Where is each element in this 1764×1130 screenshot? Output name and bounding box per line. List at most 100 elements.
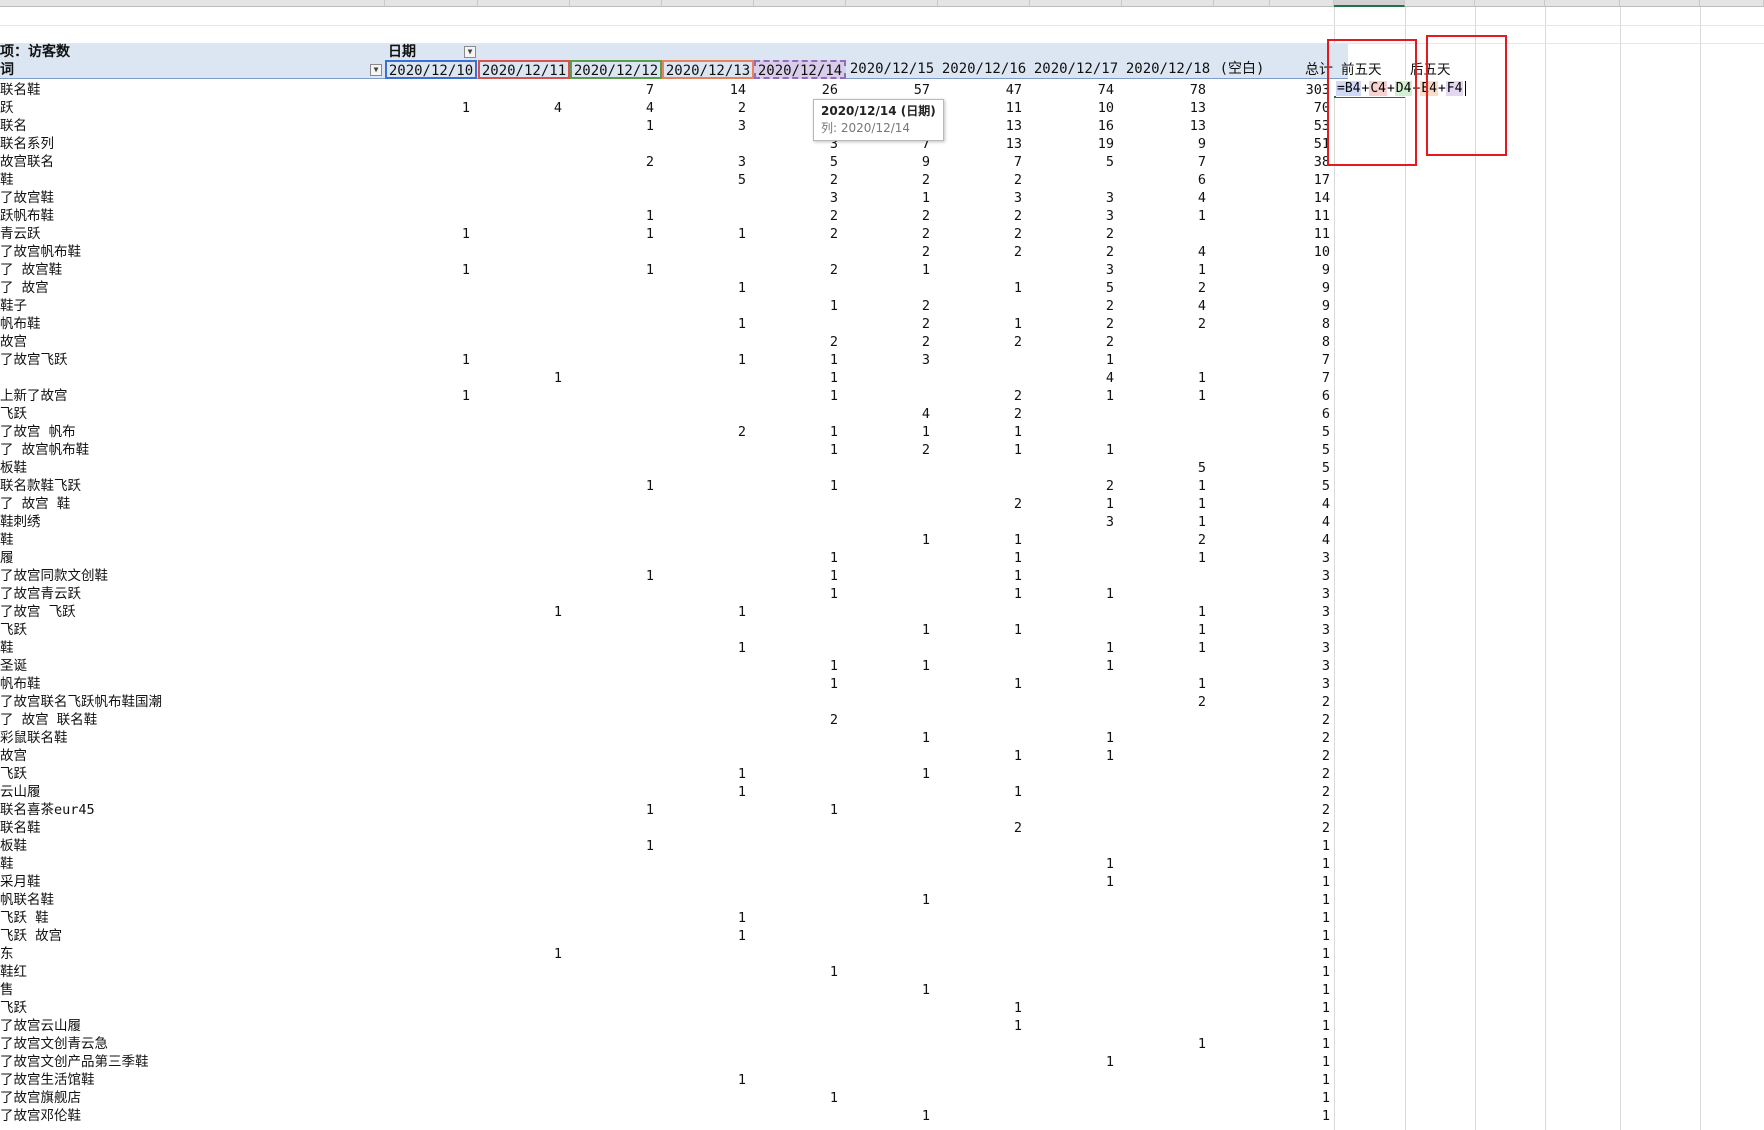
row-label[interactable]: 联名鞋 [0,819,41,837]
column-header-c[interactable] [478,0,570,7]
value-cell[interactable]: 1 [778,1089,838,1107]
value-cell[interactable] [1146,567,1206,585]
value-cell[interactable] [1202,279,1262,297]
column-filter-dropdown-icon[interactable]: ▼ [464,46,476,58]
row-label[interactable]: 了 故宫 [0,279,49,297]
column-header-h[interactable] [938,0,1030,7]
value-cell[interactable] [778,639,838,657]
value-cell[interactable] [686,945,746,963]
row-total-cell[interactable]: 5 [1270,477,1330,495]
value-cell[interactable]: 7 [594,81,654,99]
value-cell[interactable] [870,1017,930,1035]
value-cell[interactable] [870,747,930,765]
row-total-cell[interactable]: 2 [1270,819,1330,837]
value-cell[interactable] [594,1089,654,1107]
value-cell[interactable] [686,1107,746,1125]
row-total-cell[interactable]: 17 [1270,171,1330,189]
value-cell[interactable] [410,693,470,711]
value-cell[interactable]: 4 [1054,369,1114,387]
column-header-m[interactable] [1334,0,1405,7]
value-cell[interactable]: 1 [1054,729,1114,747]
value-cell[interactable]: 1 [778,585,838,603]
value-cell[interactable] [1146,819,1206,837]
value-cell[interactable] [1202,657,1262,675]
value-cell[interactable]: 1 [1054,441,1114,459]
value-cell[interactable]: 1 [686,927,746,945]
value-cell[interactable] [410,711,470,729]
value-cell[interactable] [870,999,930,1017]
row-total-cell[interactable]: 2 [1270,783,1330,801]
value-cell[interactable] [1146,891,1206,909]
value-cell[interactable]: 1 [594,567,654,585]
row-label[interactable]: 彩鼠联名鞋 [0,729,68,747]
row-label[interactable]: 了 故宫 联名鞋 [0,711,97,729]
value-cell[interactable] [870,1071,930,1089]
value-cell[interactable] [594,999,654,1017]
value-cell[interactable]: 2 [962,225,1022,243]
value-cell[interactable] [410,603,470,621]
value-cell[interactable]: 1 [1146,369,1206,387]
row-label[interactable]: 联名款鞋飞跃 [0,477,81,495]
value-cell[interactable]: 1 [594,207,654,225]
value-cell[interactable] [1202,567,1262,585]
row-total-cell[interactable]: 38 [1270,153,1330,171]
row-label[interactable]: 飞跃 [0,999,27,1017]
value-cell[interactable] [594,1107,654,1125]
value-cell[interactable]: 5 [1054,279,1114,297]
row-label[interactable]: 上新了故宫 [0,387,68,405]
value-cell[interactable] [870,603,930,621]
row-total-cell[interactable]: 1 [1270,1035,1330,1053]
value-cell[interactable] [778,945,838,963]
value-cell[interactable]: 1 [410,225,470,243]
value-cell[interactable] [502,657,562,675]
value-cell[interactable] [778,729,838,747]
value-cell[interactable] [410,981,470,999]
row-total-cell[interactable]: 2 [1270,747,1330,765]
row-total-cell[interactable]: 1 [1270,999,1330,1017]
value-cell[interactable] [1202,621,1262,639]
value-cell[interactable] [686,873,746,891]
value-cell[interactable]: 1 [962,621,1022,639]
row-label[interactable]: 了故宫 飞跃 [0,603,76,621]
value-cell[interactable] [1146,441,1206,459]
value-cell[interactable] [410,315,470,333]
value-cell[interactable] [1146,999,1206,1017]
value-cell[interactable] [870,693,930,711]
value-cell[interactable] [594,603,654,621]
row-label[interactable]: 了故宫联名飞跃帆布鞋国潮 [0,693,162,711]
value-cell[interactable] [1146,765,1206,783]
value-cell[interactable] [686,891,746,909]
row-label[interactable]: 了故宫云山履 [0,1017,81,1035]
value-cell[interactable]: 1 [686,783,746,801]
value-cell[interactable] [778,981,838,999]
value-cell[interactable]: 1 [1146,603,1206,621]
value-cell[interactable]: 2 [778,207,838,225]
value-cell[interactable] [962,1107,1022,1125]
value-cell[interactable]: 78 [1146,81,1206,99]
row-label[interactable]: 联名 [0,117,27,135]
value-cell[interactable] [594,621,654,639]
value-cell[interactable] [686,747,746,765]
value-cell[interactable]: 3 [686,153,746,171]
value-cell[interactable]: 4 [870,405,930,423]
value-cell[interactable] [870,711,930,729]
value-cell[interactable]: 1 [962,1017,1022,1035]
value-cell[interactable]: 1 [778,297,838,315]
value-cell[interactable] [594,549,654,567]
value-cell[interactable] [1146,909,1206,927]
value-cell[interactable] [686,1035,746,1053]
value-cell[interactable] [686,711,746,729]
value-cell[interactable] [410,855,470,873]
value-cell[interactable] [410,891,470,909]
value-cell[interactable] [594,495,654,513]
value-cell[interactable] [686,531,746,549]
value-cell[interactable]: 1 [594,261,654,279]
value-cell[interactable] [410,207,470,225]
value-cell[interactable] [686,207,746,225]
value-cell[interactable]: 14 [686,81,746,99]
value-cell[interactable]: 1 [594,801,654,819]
value-cell[interactable] [1202,585,1262,603]
value-cell[interactable] [1202,675,1262,693]
row-filter-dropdown-icon[interactable]: ▼ [370,64,382,76]
value-cell[interactable] [594,711,654,729]
